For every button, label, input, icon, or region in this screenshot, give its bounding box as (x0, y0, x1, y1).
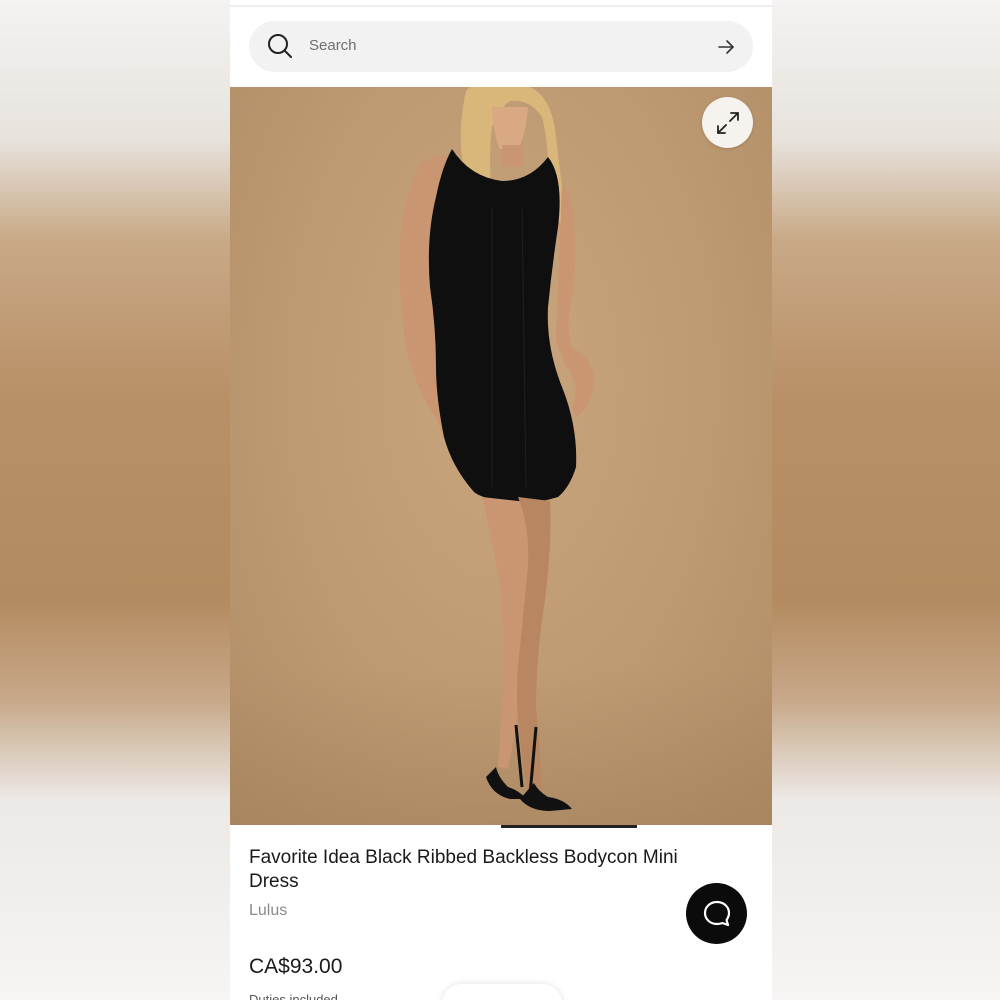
header-divider (230, 5, 772, 7)
product-title: Favorite Idea Black Ribbed Backless Body… (249, 847, 678, 892)
product-page: Search Favorite Idea Black Ribbed Backle… (230, 0, 772, 1000)
floating-pill[interactable] (442, 984, 562, 1000)
product-image[interactable] (230, 87, 772, 827)
duties-note: Duties included (249, 992, 338, 1000)
arrow-right-icon[interactable] (717, 38, 735, 56)
brand-link[interactable]: Lulus (249, 902, 287, 920)
chat-button[interactable] (686, 883, 747, 944)
expand-button[interactable] (702, 97, 753, 148)
blurred-background-right (770, 0, 1000, 1000)
search-input[interactable]: Search (309, 37, 357, 54)
expand-icon (716, 111, 739, 134)
search-bar[interactable]: Search (249, 21, 753, 72)
product-price: CA$93.00 (249, 955, 343, 978)
blurred-background-left (0, 0, 230, 1000)
carousel-indicator[interactable] (501, 825, 637, 828)
search-icon (268, 34, 292, 58)
model-illustration (399, 87, 594, 811)
chat-bubble-icon (703, 900, 730, 926)
